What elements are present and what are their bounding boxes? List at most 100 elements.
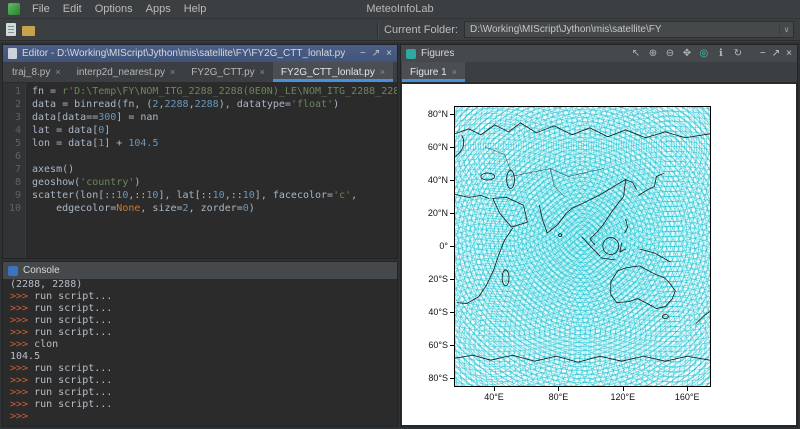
open-icon[interactable] [22, 26, 35, 36]
editor-tab-interp2d_nearest.py[interactable]: interp2d_nearest.py × [69, 62, 184, 82]
console-text: run script... [34, 315, 112, 326]
console-output[interactable]: >>> lon.shape(2288, 2288)>>> run script.… [3, 279, 397, 426]
console-text: clon [34, 339, 58, 350]
new-script-icon[interactable] [6, 23, 16, 36]
console-header: Console [3, 262, 397, 279]
code-line[interactable]: edgecolor=None, size=2, zorder=0) [32, 202, 397, 215]
figures-panel: Figures ↖⊕⊖✥◎ℹ↻ −↗× Figure 1× [400, 44, 798, 427]
menu-file[interactable]: File [32, 3, 50, 15]
code-line[interactable]: axesm() [32, 163, 397, 176]
code-editor[interactable]: 12345678910 fn = r'D:\Temp\FY\NOM_ITG_22… [3, 83, 397, 258]
console-line: >>> run script... [10, 375, 390, 387]
tab-close-icon[interactable]: × [55, 67, 60, 77]
menu-options[interactable]: Options [95, 3, 133, 15]
console-line: >>> run script... [10, 387, 390, 399]
editor-tab-FY2G_CTT.py[interactable]: FY2G_CTT.py × [183, 62, 273, 82]
x-tick [494, 387, 495, 391]
figures-icon [406, 49, 416, 59]
float-icon[interactable]: ↗ [372, 49, 380, 59]
menu-edit[interactable]: Edit [63, 3, 82, 15]
y-tick-label: 40°S [402, 307, 448, 317]
y-tick-label: 80°N [402, 109, 448, 119]
tab-close-icon[interactable]: × [380, 67, 385, 77]
code-token: , zorder= [189, 203, 243, 214]
editor-tab-FY2G_CTT_lonlat.py[interactable]: FY2G_CTT_lonlat.py× [273, 62, 393, 82]
pan-icon[interactable]: ✥ [680, 48, 694, 59]
line-number: 8 [3, 176, 21, 189]
console-prompt: >>> [10, 315, 34, 326]
current-folder-label: Current Folder: [384, 24, 458, 36]
code-token: ] = nan [116, 112, 158, 123]
zoom-out-icon[interactable]: ⊖ [663, 48, 677, 59]
tab-close-icon[interactable]: × [452, 67, 457, 77]
y-tick-label: 60°N [402, 142, 448, 152]
current-folder-combobox[interactable]: D:\Working\MIScript\Jython\mis\satellite… [464, 21, 794, 38]
plot-area: 80°N60°N40°N20°N0°20°S40°S60°S80°S40°E80… [402, 84, 796, 425]
editor-tab-traj_8.py[interactable]: traj_8.py × [4, 62, 69, 82]
x-tick-label: 120°E [607, 392, 639, 402]
console-line: >>> run script... [10, 327, 390, 339]
code-line[interactable]: lon = data[1] + 104.5 [32, 137, 397, 150]
y-tick-label: 0° [402, 241, 448, 251]
console-text: run script... [34, 399, 112, 410]
tab-label: traj_8.py [12, 67, 50, 78]
figures-header: Figures ↖⊕⊖✥◎ℹ↻ −↗× [401, 45, 797, 62]
menu-apps[interactable]: Apps [146, 3, 171, 15]
tab-label: FY2G_CTT.py [191, 67, 254, 78]
close-icon[interactable]: × [386, 49, 392, 59]
code-token: r'D:\Temp\FY\NOM_ITG_2288_2288(0E0N)_LE\… [62, 86, 397, 97]
code-token: ,:: [225, 190, 243, 201]
x-tick-label: 80°E [542, 392, 574, 402]
zoom-in-icon[interactable]: ⊕ [646, 48, 660, 59]
line-number: 7 [3, 163, 21, 176]
map-axes[interactable] [454, 106, 711, 387]
select-icon[interactable]: ↖ [629, 48, 643, 59]
minimize-icon[interactable]: − [360, 49, 366, 59]
full-extent-icon[interactable]: ◎ [697, 48, 711, 59]
code-line[interactable]: fn = r'D:\Temp\FY\NOM_ITG_2288_2288(0E0N… [32, 85, 397, 98]
meteoinfolab-window: FileEditOptionsAppsHelp MeteoInfoLab Cur… [0, 0, 800, 429]
console-prompt: >>> [10, 399, 34, 410]
tab-close-icon[interactable]: × [170, 67, 175, 77]
y-tick-label: 60°S [402, 340, 448, 350]
minimize-icon[interactable]: − [760, 49, 766, 59]
float-icon[interactable]: ↗ [772, 49, 780, 59]
toolbar-separator [377, 22, 378, 38]
code-token: scatter(lon[:: [32, 190, 116, 201]
code-line[interactable]: geoshow('country') [32, 176, 397, 189]
tab-label: interp2d_nearest.py [77, 67, 165, 78]
code-token: axesm() [32, 164, 74, 175]
code-token: lat = data[ [32, 125, 98, 136]
code-line[interactable]: data[data==300] = nan [32, 111, 397, 124]
menu-help[interactable]: Help [184, 3, 207, 15]
coastlines-svg [455, 107, 710, 386]
menu-items: File Edit Options Apps Help [32, 3, 206, 15]
code-line[interactable]: lat = data[0] [32, 124, 397, 137]
tab-close-icon[interactable]: × [260, 67, 265, 77]
console-line: 104.5 [10, 351, 390, 363]
figure-tab[interactable]: Figure 1× [402, 62, 465, 82]
console-text [34, 411, 40, 422]
y-tick [450, 312, 454, 313]
console-prompt: >>> [10, 387, 34, 398]
line-number: 10 [3, 202, 21, 215]
code-token: None [116, 203, 140, 214]
x-tick-label: 40°E [478, 392, 510, 402]
plot-inner: 80°N60°N40°N20°N0°20°S40°S60°S80°S40°E80… [402, 84, 796, 425]
code-line[interactable]: data = binread(fn, (2,2288,2288), dataty… [32, 98, 397, 111]
y-tick [450, 246, 454, 247]
code-line[interactable] [32, 150, 397, 163]
line-number: 9 [3, 189, 21, 202]
identify-icon[interactable]: ℹ [714, 48, 728, 59]
code-token: 10 [243, 190, 255, 201]
console-text: (2288, 2288) [10, 279, 82, 290]
menu-bar: FileEditOptionsAppsHelp MeteoInfoLab [0, 0, 800, 19]
rotate-icon[interactable]: ↻ [731, 48, 745, 59]
code-token: 2288 [195, 99, 219, 110]
console-text: run script... [34, 375, 112, 386]
console-text: run script... [34, 303, 112, 314]
chevron-down-icon[interactable]: ∨ [779, 25, 793, 34]
code-lines[interactable]: fn = r'D:\Temp\FY\NOM_ITG_2288_2288(0E0N… [26, 83, 397, 258]
close-icon[interactable]: × [786, 49, 792, 59]
code-line[interactable]: scatter(lon[::10,::10], lat[::10,::10], … [32, 189, 397, 202]
